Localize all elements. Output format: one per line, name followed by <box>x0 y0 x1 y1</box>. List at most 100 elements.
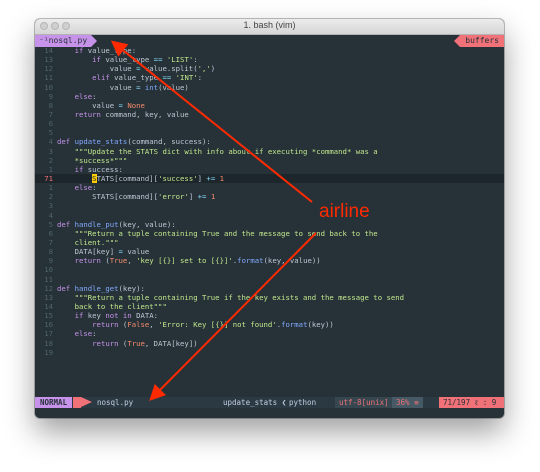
code-line[interactable]: 7 return command, key, value <box>35 110 504 119</box>
code-token: value <box>57 100 119 110</box>
code-line[interactable]: 6 <box>35 119 504 128</box>
code-token: success: <box>83 164 123 174</box>
code-editor[interactable]: 14 if value_type: 13 if value_type == 'LI… <box>35 46 504 357</box>
status-function: update_stats ❮ <box>223 397 286 408</box>
code-line[interactable]: 12 value = value.split(',') <box>35 64 504 73</box>
line-number-icon: ℓ <box>474 398 479 407</box>
code-token: TATS[command][ <box>96 173 159 183</box>
code-token: DATA: <box>131 311 159 321</box>
code-line[interactable]: 4 def update_stats(command, success): <box>35 137 504 146</box>
code-token: back to the client""" <box>74 301 167 311</box>
code-line[interactable]: 8 value = None <box>35 101 504 110</box>
code-line[interactable]: 5 def handle_put(key, value): <box>35 220 504 229</box>
code-line[interactable]: 10 <box>35 265 504 274</box>
terminal-window: 1. bash (vim) ⁻¹nosql.py buffers 14 if v… <box>35 19 504 418</box>
code-token: client.""" <box>74 237 119 247</box>
code-line[interactable]: 13 """Return a tuple containing True if … <box>35 293 504 302</box>
code-line[interactable]: 9 else: <box>35 92 504 101</box>
code-line[interactable]: 11 <box>35 275 504 284</box>
line-number: 6 <box>48 119 53 129</box>
code-token: format <box>237 256 264 266</box>
mode-separator <box>73 397 81 408</box>
mode-separator-arrow <box>81 397 92 407</box>
code-line[interactable]: 9 return (True, 'key [{}] set to [{}]'.f… <box>35 256 504 265</box>
code-token: return <box>74 256 101 266</box>
code-line[interactable]: 7 client.""" <box>35 238 504 247</box>
code-line[interactable]: 2 STATS[command]['error'] += 1 <box>35 192 504 201</box>
code-token: value_type <box>109 73 163 83</box>
line-number: 10 <box>44 265 53 275</box>
code-token: ( <box>118 338 128 348</box>
line-number: 2 <box>48 192 53 202</box>
status-filetype: python <box>289 398 317 407</box>
code-line[interactable]: 16 return (False, 'Error: Key [{}] not f… <box>35 320 504 329</box>
code-token: ) <box>210 64 216 74</box>
line-number: 4 <box>48 210 53 220</box>
code-token: True <box>109 256 128 266</box>
code-line[interactable]: 14 back to the client""" <box>35 302 504 311</box>
code-token: int <box>144 82 159 92</box>
code-token: 'INT' <box>175 73 198 83</box>
code-line[interactable]: 19 <box>35 348 504 357</box>
status-percent: 36% ≡ <box>392 397 423 408</box>
code-line[interactable]: 3 <box>35 201 504 210</box>
code-line[interactable]: 1 else: <box>35 183 504 192</box>
code-token: STATS[command][ <box>57 192 159 202</box>
code-token: ( <box>100 256 110 266</box>
code-line[interactable]: 12 def handle_get(key): <box>35 284 504 293</box>
code-token: : <box>92 329 97 339</box>
code-line[interactable]: 13 if value_type == 'LIST': <box>35 55 504 64</box>
code-token: 'LIST' <box>166 55 194 65</box>
code-line[interactable]: 15 if key not in DATA: <box>35 311 504 320</box>
code-line[interactable]: 5 <box>35 128 504 137</box>
code-token: == <box>162 73 172 83</box>
code-token: value.split( <box>140 64 198 74</box>
code-token: key <box>83 311 106 321</box>
status-filename: nosql.py <box>97 398 134 407</box>
code-token: ] <box>188 192 198 202</box>
command-line[interactable] <box>35 408 504 418</box>
code-line[interactable]: 8 DATA[key] = value <box>35 247 504 256</box>
airline-statusline: NORMAL nosql.py update_stats ❮ python ut… <box>35 397 504 408</box>
code-token: (value) <box>158 82 189 92</box>
code-line[interactable]: 6 """Return a tuple containing True and … <box>35 229 504 238</box>
code-line[interactable]: 10 value = int(value) <box>35 83 504 92</box>
code-line[interactable]: 3 """Update the STATS dict with info abo… <box>35 147 504 156</box>
line-number: 10 <box>44 82 53 92</box>
line-number: 12 <box>44 64 53 74</box>
code-token: else <box>74 183 93 193</box>
code-token: value <box>57 82 137 92</box>
line-number: 8 <box>48 100 53 110</box>
line-number: 16 <box>44 320 53 330</box>
line-number: 11 <box>44 274 53 284</box>
code-token: (key, value)) <box>263 256 321 266</box>
code-line[interactable]: 2 *success*""" <box>35 156 504 165</box>
line-number: 12 <box>44 283 53 293</box>
code-line[interactable]: 17 else: <box>35 329 504 338</box>
code-token: (command, success): <box>127 137 211 147</box>
line-number: 4 <box>48 137 53 147</box>
code-line[interactable]: 1 if success: <box>35 165 504 174</box>
code-token: """Return a tuple containing True if the… <box>74 292 405 302</box>
line-number: 5 <box>48 219 53 229</box>
code-token: """Update the STATS dict with info about… <box>74 146 378 156</box>
code-token: : <box>197 73 203 83</box>
code-line[interactable]: 4 <box>35 211 504 220</box>
code-token: value_type <box>100 55 154 65</box>
code-line[interactable]: 11 elif value_type == 'INT': <box>35 73 504 82</box>
line-number: 2 <box>48 155 53 165</box>
code-token: handle_get <box>74 283 119 293</box>
code-token: 'error' <box>158 192 189 202</box>
code-line[interactable]: 14 if value_type: <box>35 46 504 55</box>
code-token: (key, value): <box>118 219 176 229</box>
current-code-line[interactable]: 71 STATS[command]['success'] += 1 <box>35 173 504 184</box>
code-line[interactable]: 18 return (True, DATA[key]) <box>35 339 504 348</box>
